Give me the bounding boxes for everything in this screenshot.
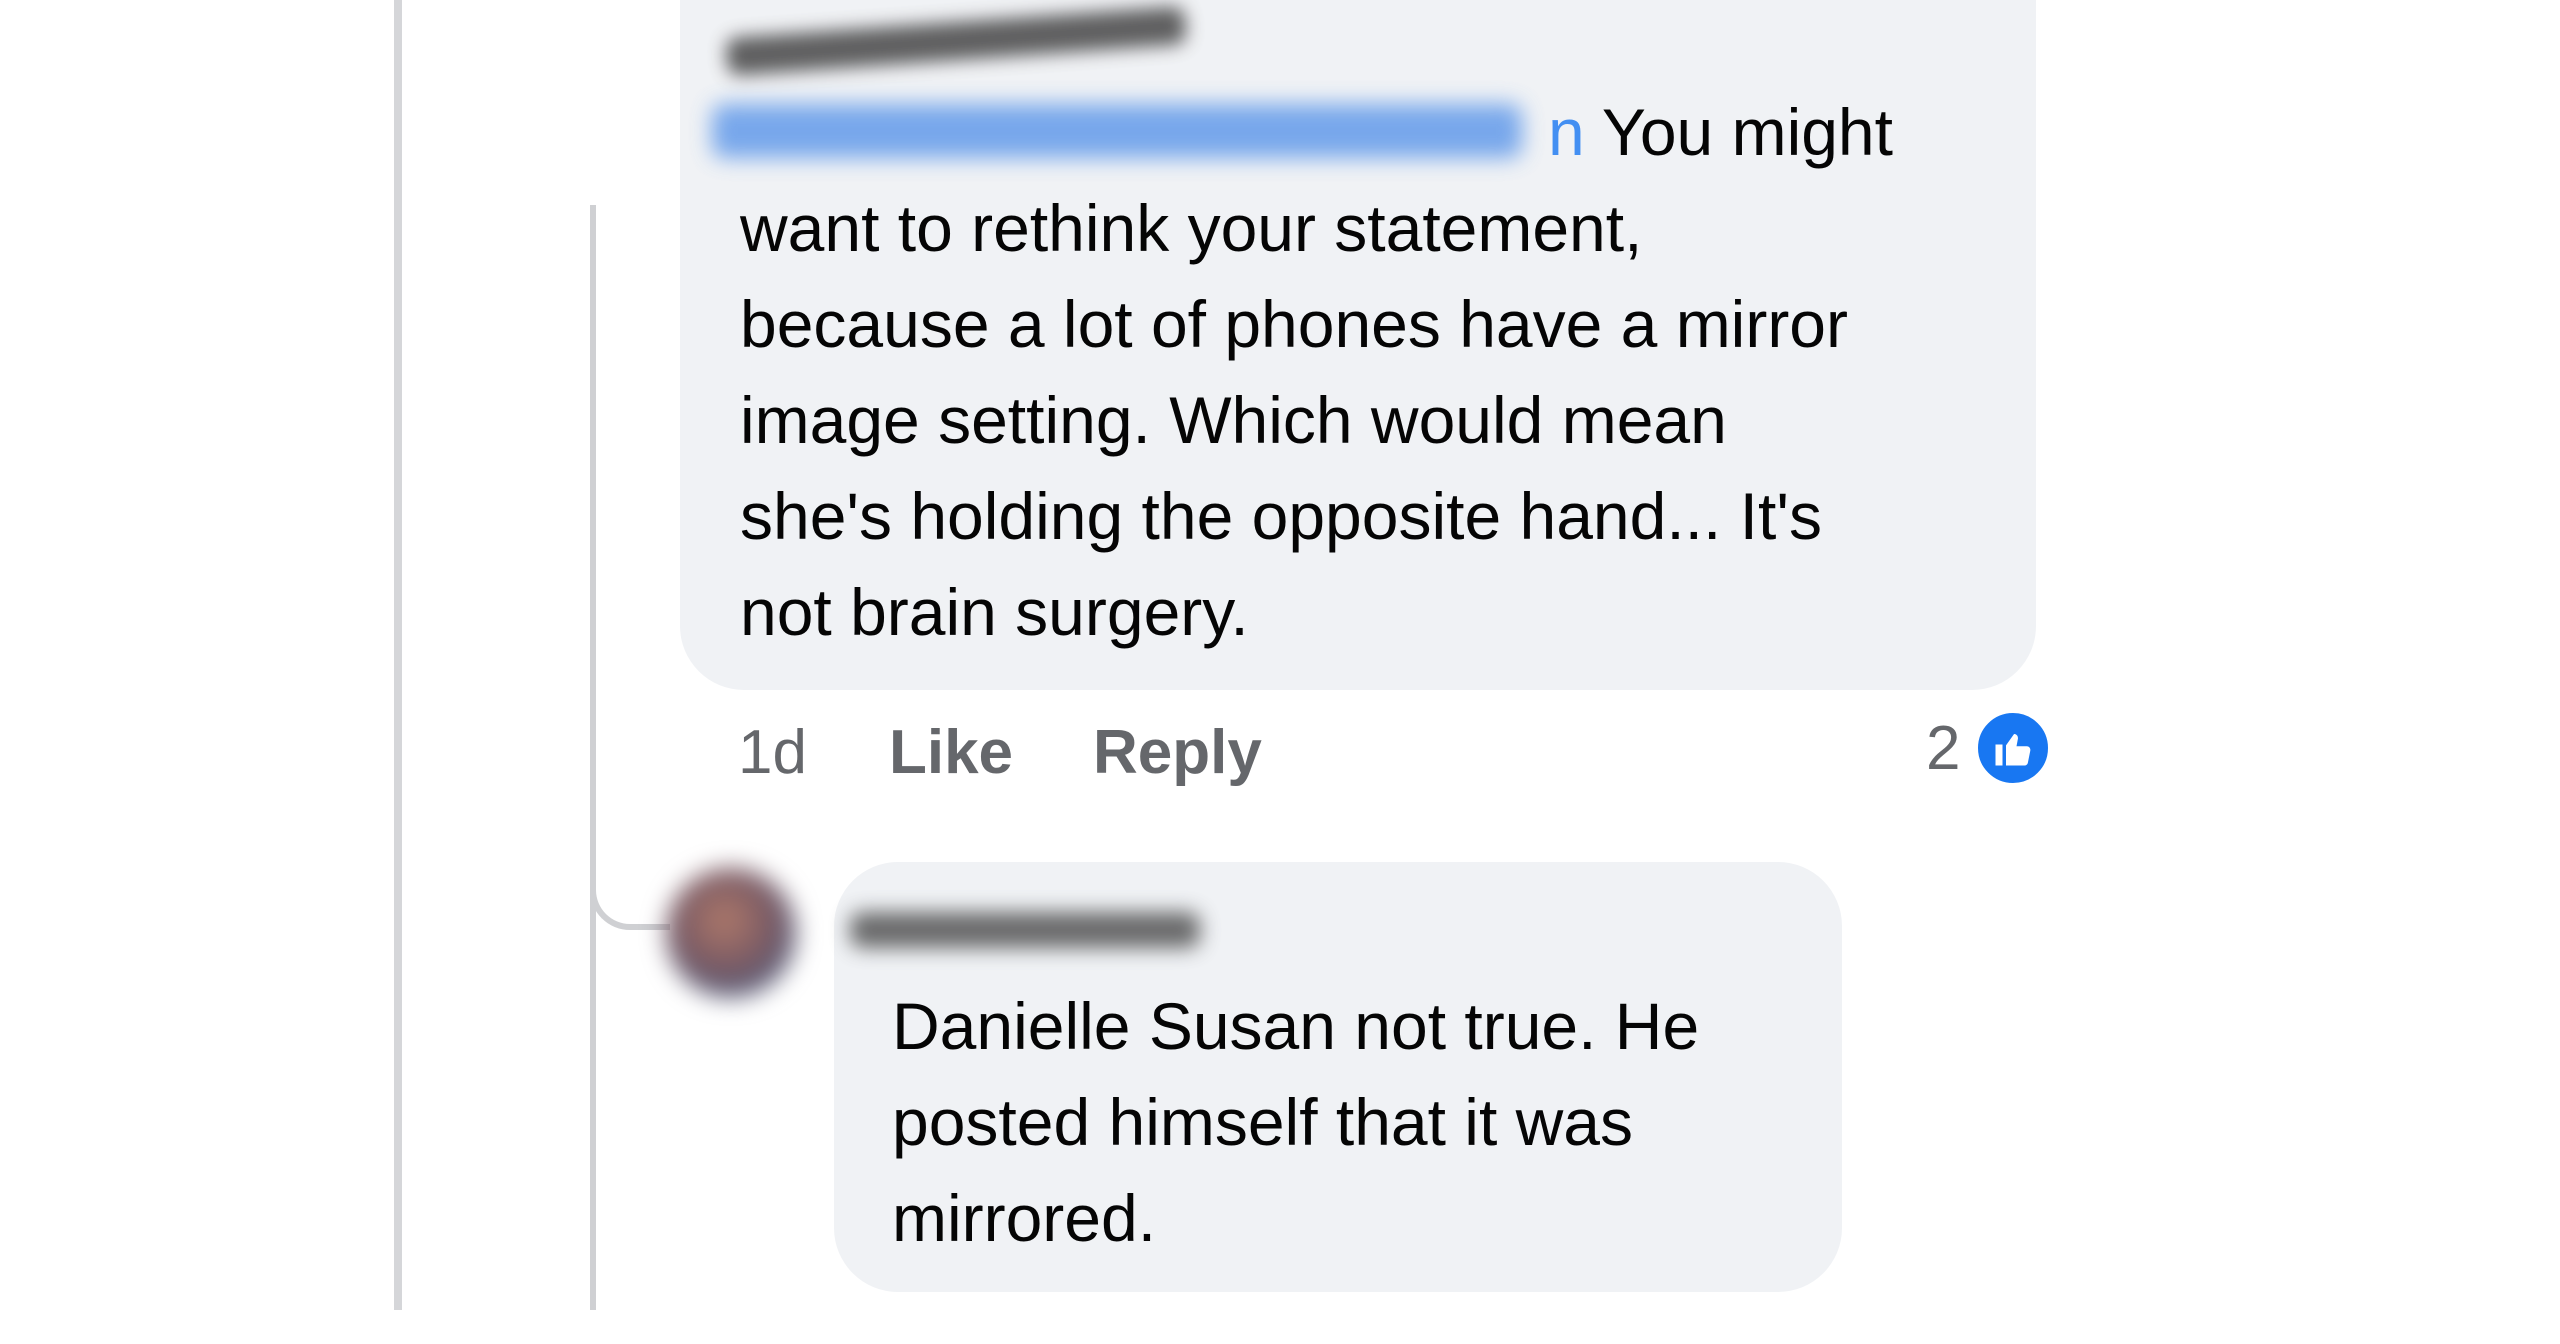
avatar[interactable] [666, 868, 796, 998]
comment-line: not brain surgery. [740, 575, 1249, 649]
reply-body: Danielle Susan not true. He posted himse… [892, 978, 1812, 1266]
comment-first-line: n You might [1548, 84, 1893, 180]
reaction-count: 2 [1926, 713, 1961, 783]
reply-button[interactable]: Reply [1093, 717, 1262, 788]
comment-text: You might [1601, 95, 1893, 169]
mention-tail[interactable]: n [1548, 95, 1585, 169]
comment-body: want to rethink your statement, because … [740, 180, 2000, 660]
thumbs-up-icon [1974, 709, 2053, 787]
reply-line: Danielle Susan not true. He [892, 989, 1700, 1063]
reply-line: mirrored. [892, 1181, 1157, 1255]
comment-timestamp[interactable]: 1d [738, 717, 807, 788]
reply-line: posted himself that it was [892, 1085, 1634, 1159]
comment-line: she's holding the opposite hand... It's [740, 479, 1822, 553]
thread-line [394, 0, 402, 1310]
reply-connector [590, 870, 670, 930]
reaction-summary[interactable]: 2 [1926, 706, 2053, 790]
reply-thread-line [590, 205, 596, 1310]
like-button[interactable]: Like [889, 717, 1013, 788]
blurred-mention-link[interactable] [712, 104, 1522, 158]
comment-line: because a lot of phones have a mirror [740, 287, 1848, 361]
blurred-reply-author-name[interactable] [850, 912, 1200, 948]
comment-line: image setting. Which would mean [740, 383, 1727, 457]
comment-line: want to rethink your statement, [740, 191, 1643, 265]
comment-actions: 1d Like Reply [738, 712, 1342, 792]
